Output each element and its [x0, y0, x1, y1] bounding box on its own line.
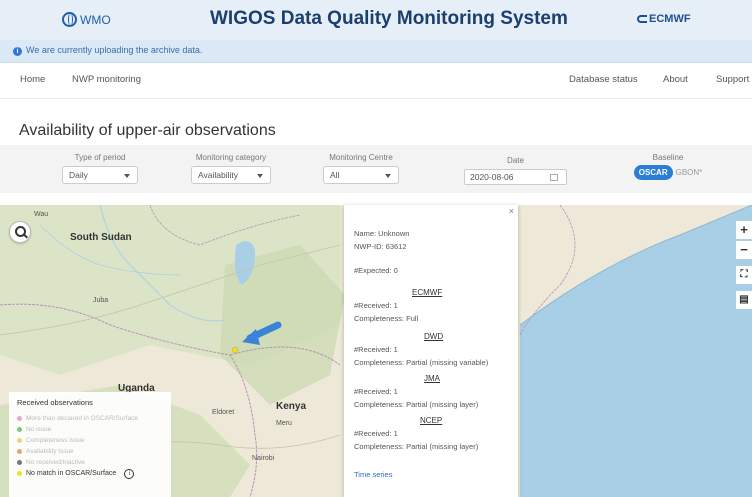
popup-completeness: Completeness: Partial (missing variable) — [354, 358, 489, 367]
date-filter: Date 2020-08-06 — [464, 156, 567, 185]
map-label-wau: Wau — [34, 211, 49, 218]
baseline-gbon-option[interactable]: GBON* — [676, 168, 703, 177]
popup-received: #Received: 1 — [354, 345, 398, 354]
centre-value: All — [330, 170, 340, 180]
calendar-icon — [550, 174, 558, 181]
legend-label: No received/Inactive — [26, 459, 85, 466]
map-label-nairobi: Nairobi — [252, 455, 275, 462]
info-icon[interactable]: i — [124, 468, 135, 479]
map-label-juba: Juba — [93, 297, 109, 304]
legend-label: Availability issue — [26, 448, 74, 455]
legend-dot — [17, 449, 22, 454]
ecmwf-logo-text: ECMWF — [649, 13, 691, 25]
popup-received: #Received: 1 — [354, 387, 398, 396]
wmo-logo[interactable]: WMO — [62, 12, 111, 27]
fullscreen-icon[interactable]: ⛶ — [736, 266, 752, 284]
period-value: Daily — [69, 170, 88, 180]
zoom-in-button[interactable]: + — [736, 221, 752, 239]
map-search-button[interactable] — [9, 221, 31, 243]
legend-dot — [17, 471, 22, 476]
category-label: Monitoring category — [195, 153, 267, 162]
map-legend: Received observations More than declared… — [9, 392, 171, 497]
legend-item[interactable]: No received/Inactive — [17, 457, 163, 468]
chevron-down-icon — [124, 174, 130, 178]
period-label: Type of period — [74, 153, 126, 162]
map-label-eldoret: Eldoret — [212, 409, 235, 416]
category-select[interactable]: Availability — [191, 166, 271, 184]
popup-centre-jma[interactable]: JMA — [424, 374, 440, 383]
legend-title: Received observations — [17, 398, 93, 407]
centre-label: Monitoring Centre — [329, 153, 393, 162]
popup-expected: #Expected: 0 — [354, 266, 398, 275]
popup-completeness: Completeness: Full — [354, 314, 419, 323]
date-label: Date — [507, 156, 524, 165]
map-label-meru: Meru — [276, 420, 292, 427]
legend-label: Completeness issue — [26, 437, 85, 444]
legend-dot — [17, 416, 22, 421]
chevron-down-icon — [385, 174, 391, 178]
baseline-oscar-option[interactable]: OSCAR — [633, 165, 673, 180]
category-value: Availability — [198, 170, 239, 180]
period-select[interactable]: Daily — [62, 166, 138, 184]
nav-database-status[interactable]: Database status — [569, 74, 638, 85]
legend-label: No issue — [26, 426, 52, 433]
nav-home[interactable]: Home — [20, 74, 45, 85]
info-banner: i We are currently uploading the archive… — [0, 40, 752, 63]
baseline-filter: Baseline OSCAR GBON* — [628, 153, 708, 180]
chevron-down-icon — [257, 174, 263, 178]
category-filter: Monitoring category Availability — [191, 153, 271, 184]
legend-item[interactable]: No issue — [17, 424, 163, 435]
centre-select[interactable]: All — [323, 166, 399, 184]
popup-name: Name: Unknown — [354, 229, 410, 238]
layers-icon[interactable]: ▤ — [736, 291, 752, 309]
popup-centre-ncep[interactable]: NCEP — [420, 416, 442, 425]
nav-support[interactable]: Support — [716, 74, 749, 85]
baseline-label: Baseline — [652, 153, 684, 162]
legend-item[interactable]: Completeness issue — [17, 435, 163, 446]
legend-item[interactable]: Availability issue — [17, 446, 163, 457]
legend-item[interactable]: No match in OSCAR/Surface i — [17, 468, 163, 479]
ecmwf-mark-icon — [637, 15, 647, 23]
legend-label: More than declared in OSCAR/Surface — [26, 415, 138, 422]
date-input[interactable]: 2020-08-06 — [464, 169, 567, 185]
legend-label: No match in OSCAR/Surface — [26, 470, 117, 477]
nav-nwp-monitoring[interactable]: NWP monitoring — [72, 74, 141, 85]
map-label-south-sudan: South Sudan — [70, 232, 132, 243]
popup-centre-dwd[interactable]: DWD — [424, 332, 443, 341]
app-header: WMO WIGOS Data Quality Monitoring System… — [0, 0, 752, 40]
info-icon: i — [13, 47, 22, 56]
popup-completeness: Completeness: Partial (missing layer) — [354, 442, 479, 451]
baseline-toggle[interactable]: OSCAR GBON* — [628, 165, 708, 180]
main-nav: Home NWP monitoring Database status Abou… — [0, 63, 752, 99]
legend-dot — [17, 460, 22, 465]
time-series-link[interactable]: Time series — [354, 470, 392, 479]
wmo-logo-text: WMO — [80, 12, 111, 27]
filter-bar: Type of period Daily Monitoring category… — [0, 145, 752, 193]
popup-completeness: Completeness: Partial (missing layer) — [354, 400, 479, 409]
app-title: WIGOS Data Quality Monitoring System — [210, 8, 568, 29]
centre-filter: Monitoring Centre All — [323, 153, 399, 184]
nav-about[interactable]: About — [663, 74, 688, 85]
period-filter: Type of period Daily — [62, 153, 138, 184]
popup-received: #Received: 1 — [354, 301, 398, 310]
popup-received: #Received: 1 — [354, 429, 398, 438]
globe-icon — [62, 12, 77, 27]
ecmwf-logo[interactable]: ECMWF — [637, 13, 691, 25]
legend-dot — [17, 438, 22, 443]
legend-item[interactable]: More than declared in OSCAR/Surface — [17, 413, 163, 424]
zoom-out-button[interactable]: − — [736, 241, 752, 259]
popup-centre-ecmwf[interactable]: ECMWF — [412, 288, 442, 297]
page-title: Availability of upper-air observations — [19, 122, 276, 139]
page: WMO WIGOS Data Quality Monitoring System… — [0, 0, 752, 497]
date-value: 2020-08-06 — [470, 172, 514, 182]
map-label-kenya: Kenya — [276, 401, 307, 412]
legend-dot — [17, 427, 22, 432]
station-popup: × Name: Unknown NWP-ID: 63612 #Expected:… — [344, 205, 518, 497]
banner-text: We are currently uploading the archive d… — [26, 45, 203, 55]
popup-nwp-id: NWP-ID: 63612 — [354, 242, 407, 251]
close-icon[interactable]: × — [509, 206, 514, 216]
